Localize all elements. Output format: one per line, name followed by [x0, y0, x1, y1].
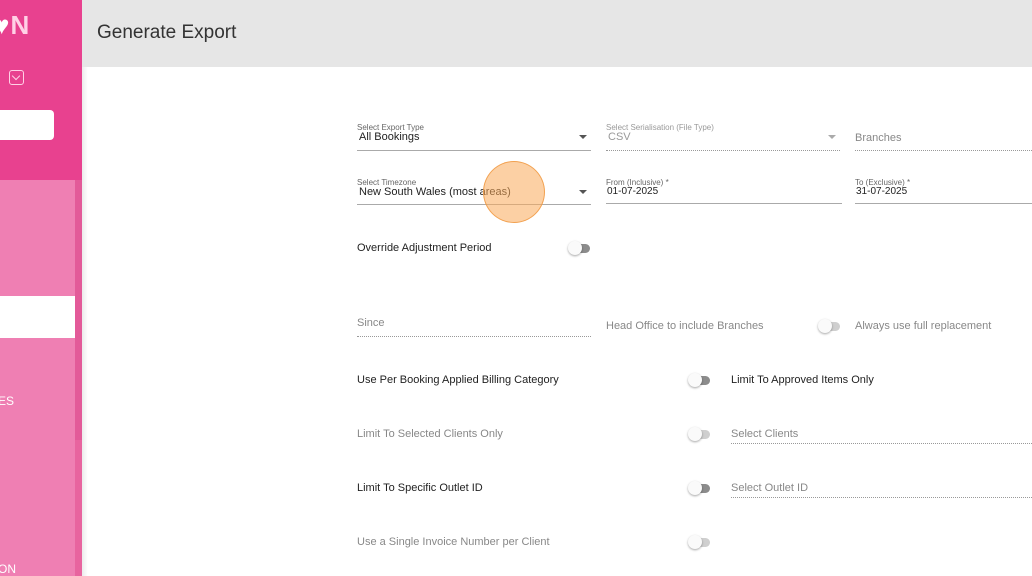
field-underline	[357, 204, 591, 205]
head-office-toggle[interactable]	[818, 319, 840, 333]
select-clients-input[interactable]: Select Clients	[731, 428, 1032, 444]
specific-outlet-toggle[interactable]	[688, 481, 710, 495]
from-date-input[interactable]: From (Inclusive) * 01-07-2025	[606, 178, 842, 204]
specific-outlet-label: Limit To Specific Outlet ID	[357, 482, 483, 494]
field-underline	[855, 203, 1032, 204]
single-invoice-toggle[interactable]	[688, 535, 710, 549]
field-underline	[731, 443, 1032, 444]
branches-select[interactable]: Branches	[855, 132, 1032, 151]
brand-logo: ♥N	[0, 10, 30, 41]
field-underline	[606, 203, 842, 204]
since-input[interactable]: Since	[357, 317, 591, 337]
since-placeholder: Since	[357, 317, 385, 329]
page-header: Generate Export	[82, 0, 1032, 67]
to-date-input[interactable]: To (Exclusive) * 31-07-2025	[855, 178, 1032, 204]
export-type-value: All Bookings	[359, 131, 420, 143]
field-underline	[606, 150, 840, 151]
sidebar-header: ♥N r	[0, 0, 82, 180]
field-underline	[855, 150, 1032, 151]
sidebar: ♥N r ES ON	[0, 0, 82, 576]
sidebar-item-active[interactable]	[0, 296, 75, 338]
select-outlet-input[interactable]: Select Outlet ID	[731, 482, 1032, 498]
serialisation-value: CSV	[608, 131, 631, 143]
chevron-down-icon[interactable]	[9, 70, 24, 85]
dropdown-caret-icon	[828, 135, 836, 139]
page-title: Generate Export	[97, 22, 237, 43]
per-booking-billing-label: Use Per Booking Applied Billing Category	[357, 374, 559, 386]
branches-placeholder: Branches	[855, 132, 902, 144]
field-underline	[357, 336, 591, 337]
dropdown-caret-icon	[579, 135, 587, 139]
field-underline	[357, 150, 591, 151]
head-office-label: Head Office to include Branches	[606, 320, 764, 332]
sidebar-item-label[interactable]: ON	[0, 562, 16, 576]
select-clients-placeholder: Select Clients	[731, 428, 799, 440]
sidebar-scrollbar-thumb[interactable]	[75, 180, 82, 440]
full-replacement-label: Always use full replacement	[855, 320, 992, 332]
override-adjustment-toggle[interactable]	[568, 241, 590, 255]
cursor-highlight	[483, 161, 545, 223]
single-invoice-label: Use a Single Invoice Number per Client	[357, 536, 550, 548]
to-date-value: 31-07-2025	[856, 186, 908, 197]
override-adjustment-label: Override Adjustment Period	[357, 242, 492, 254]
sidebar-shadow	[82, 67, 88, 576]
dropdown-caret-icon	[579, 190, 587, 194]
export-type-select[interactable]: Select Export Type All Bookings	[357, 123, 591, 151]
from-date-value: 01-07-2025	[607, 186, 659, 197]
heart-icon: ♥	[0, 10, 11, 40]
select-outlet-placeholder: Select Outlet ID	[731, 482, 809, 494]
timezone-select[interactable]: Select Timezone New South Wales (most ar…	[357, 178, 591, 205]
serialisation-select[interactable]: Select Serialisation (File Type) CSV	[606, 123, 840, 151]
per-booking-billing-toggle[interactable]	[688, 373, 710, 387]
selected-clients-toggle[interactable]	[688, 427, 710, 441]
field-underline	[731, 497, 1032, 498]
sidebar-item-label[interactable]: ES	[0, 394, 14, 408]
sidebar-search-input[interactable]: r	[0, 110, 54, 140]
selected-clients-label: Limit To Selected Clients Only	[357, 428, 503, 440]
approved-only-label: Limit To Approved Items Only	[731, 374, 874, 386]
